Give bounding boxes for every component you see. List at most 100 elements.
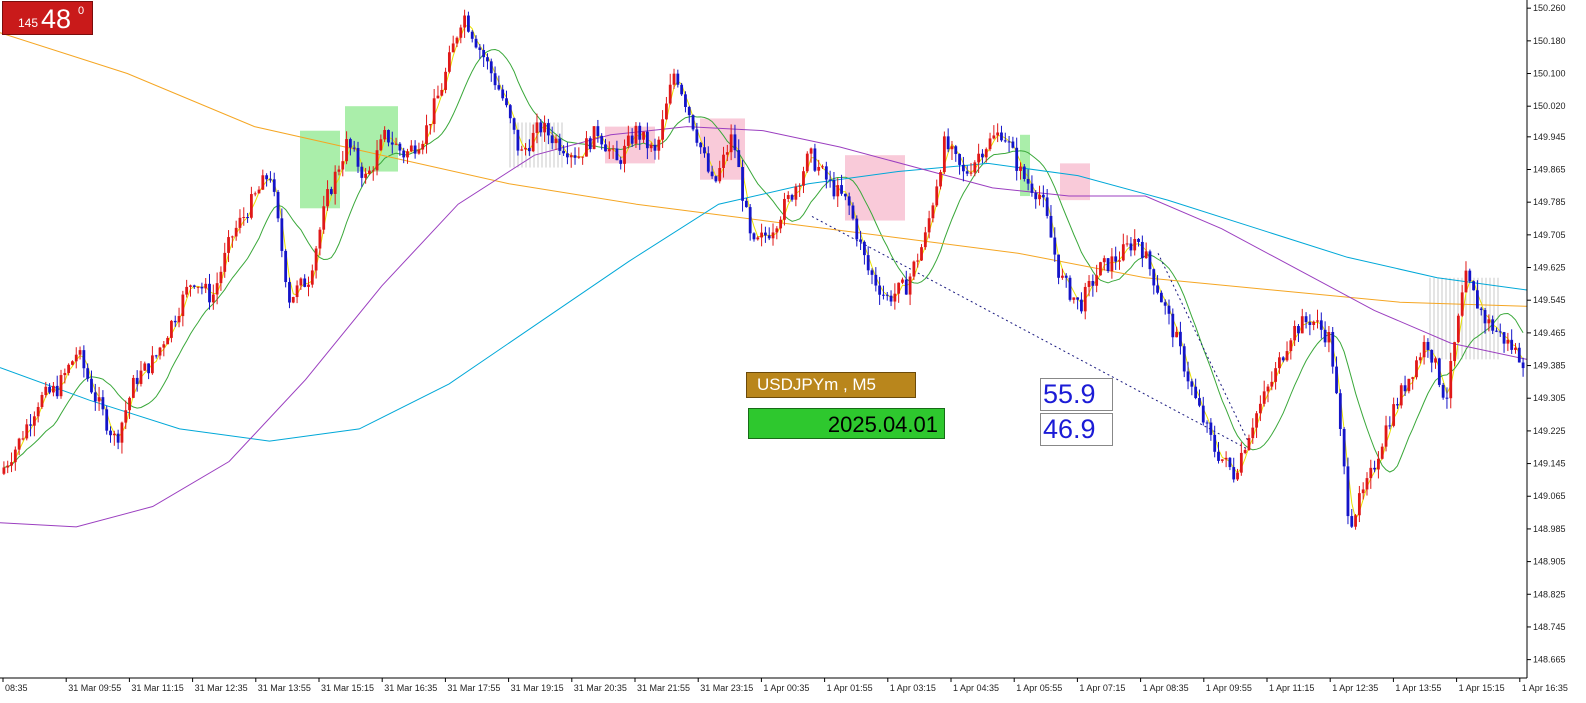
candle-body bbox=[821, 166, 824, 168]
candle-body bbox=[1068, 277, 1072, 300]
candle-body bbox=[97, 397, 101, 402]
candle-body bbox=[977, 153, 981, 163]
candle-body bbox=[775, 228, 779, 233]
candle-body bbox=[744, 200, 748, 208]
candle-body bbox=[1118, 260, 1121, 262]
candle-body bbox=[1350, 516, 1354, 527]
candle-body bbox=[965, 171, 969, 174]
candle-body bbox=[215, 283, 219, 295]
rsi-high-label: 55.9 bbox=[1040, 378, 1113, 411]
candle-body bbox=[604, 144, 607, 152]
candle-body bbox=[402, 150, 406, 158]
candle-body bbox=[672, 73, 676, 85]
candle-body bbox=[276, 191, 280, 219]
candle-body bbox=[269, 179, 272, 181]
y-tick-label: 149.945 bbox=[1533, 132, 1566, 142]
candle-body bbox=[1274, 368, 1278, 382]
y-tick-label: 150.180 bbox=[1533, 36, 1566, 46]
axes bbox=[0, 0, 1528, 679]
candle-body bbox=[1369, 467, 1373, 479]
candle-body bbox=[189, 285, 192, 287]
candle-body bbox=[1281, 357, 1285, 361]
candle-body bbox=[86, 368, 90, 379]
candle-body bbox=[1159, 292, 1163, 303]
candle-body bbox=[1194, 386, 1198, 399]
candle-body bbox=[786, 195, 790, 199]
candle-body bbox=[581, 156, 585, 158]
x-tick-label: 31 Mar 12:35 bbox=[195, 683, 248, 693]
candle-body bbox=[1209, 422, 1213, 435]
candle-body bbox=[912, 261, 916, 277]
candle-body bbox=[714, 176, 718, 182]
candle-body bbox=[253, 193, 257, 195]
candle-body bbox=[440, 89, 444, 96]
candle-body bbox=[1217, 451, 1220, 461]
candle-body bbox=[1201, 405, 1205, 423]
x-tick-label: 1 Apr 09:55 bbox=[1206, 683, 1252, 693]
candle-body bbox=[805, 153, 809, 172]
candle-body bbox=[1335, 366, 1338, 394]
candle-body bbox=[585, 138, 588, 157]
candle-body bbox=[406, 151, 409, 158]
candle-body bbox=[93, 392, 97, 402]
candle-body bbox=[364, 173, 368, 178]
candle-body bbox=[1220, 459, 1224, 461]
candle-body bbox=[1510, 339, 1514, 350]
candle-body bbox=[474, 38, 478, 48]
candle-body bbox=[878, 285, 882, 295]
candle-body bbox=[843, 193, 847, 197]
candle-body bbox=[543, 123, 546, 133]
candle-body bbox=[147, 363, 150, 374]
y-tick-label: 149.225 bbox=[1533, 426, 1566, 436]
candle-body bbox=[1045, 197, 1049, 216]
x-tick-label: 31 Mar 23:15 bbox=[700, 683, 753, 693]
candle-body bbox=[394, 143, 398, 145]
candle-body bbox=[1491, 319, 1495, 331]
candle-body bbox=[1095, 275, 1099, 286]
candle-body bbox=[1285, 351, 1289, 361]
candle-body bbox=[489, 61, 493, 74]
candle-body bbox=[467, 15, 470, 32]
timer-seconds: 48 bbox=[41, 4, 72, 34]
x-tick-label: 31 Mar 15:15 bbox=[321, 683, 374, 693]
candle-body bbox=[1213, 434, 1217, 452]
candle-body bbox=[1521, 362, 1525, 369]
candle-body bbox=[1464, 270, 1468, 293]
candle-body bbox=[421, 143, 425, 150]
price-chart[interactable]: 150.260 150.180 150.100 150.020 149.945 149.8… bbox=[0, 0, 1586, 703]
candle-body bbox=[470, 31, 474, 39]
candle-body bbox=[1228, 457, 1232, 468]
candle-body bbox=[177, 316, 181, 323]
candle-body bbox=[1373, 467, 1377, 470]
candle-body bbox=[619, 160, 623, 164]
candle-body bbox=[687, 106, 691, 116]
candle-body bbox=[463, 15, 467, 28]
y-tick-label: 149.705 bbox=[1533, 230, 1566, 240]
candle-body bbox=[318, 229, 322, 249]
candle-body bbox=[897, 282, 901, 294]
candle-body bbox=[1156, 285, 1159, 293]
candle-body bbox=[78, 350, 82, 355]
candle-body bbox=[676, 73, 680, 85]
candle-body bbox=[950, 146, 954, 150]
candle-body bbox=[1148, 251, 1152, 270]
y-axis-ticks: 150.260 150.180 150.100 150.020 149.945 149.8… bbox=[1527, 3, 1566, 665]
candle-body bbox=[71, 361, 74, 365]
candle-body bbox=[1430, 349, 1434, 363]
candle-body bbox=[219, 271, 223, 284]
candle-body bbox=[668, 84, 672, 104]
candles bbox=[2, 9, 1525, 530]
candle-body bbox=[1300, 316, 1304, 334]
candle-body bbox=[13, 449, 17, 463]
candle-body bbox=[345, 139, 348, 162]
candle-body bbox=[425, 125, 428, 144]
candle-body bbox=[729, 134, 733, 153]
candle-body bbox=[535, 122, 539, 133]
candle-body bbox=[1262, 391, 1266, 404]
x-tick-label: 31 Mar 19:15 bbox=[511, 683, 564, 693]
x-tick-label: 1 Apr 13:55 bbox=[1395, 683, 1441, 693]
candle-body bbox=[783, 198, 786, 220]
candle-body bbox=[1468, 270, 1472, 282]
candle-body bbox=[1293, 325, 1297, 341]
candle-body bbox=[455, 37, 459, 44]
